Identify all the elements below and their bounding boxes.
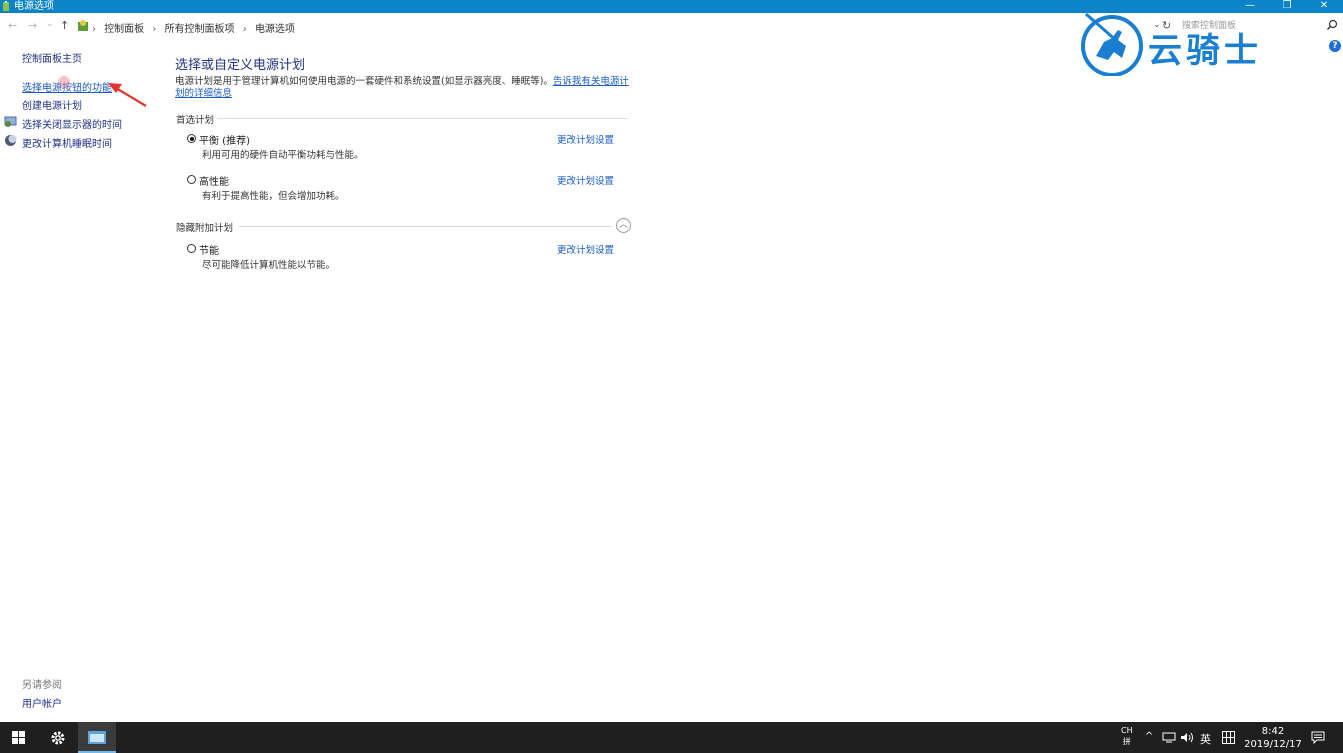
breadcrumb-separator: ›: [92, 24, 96, 35]
plan-balanced-radio[interactable]: [187, 134, 196, 143]
section-divider: [217, 118, 628, 119]
watermark-text: 云骑士: [1148, 31, 1262, 71]
plan-power-saver-desc: 尽可能降低计算机性能以节能。: [202, 260, 336, 271]
display-power-icon: [4, 116, 17, 127]
breadcrumb-separator: ›: [242, 24, 247, 35]
plan-high-performance-radio[interactable]: [187, 175, 196, 184]
moon-sleep-icon: [5, 135, 17, 146]
ime-top-text: CH: [1121, 726, 1133, 735]
plan-power-saver-settings-link[interactable]: 更改计划设置: [557, 242, 614, 256]
gear-icon: [51, 731, 65, 745]
click-highlight: [58, 76, 70, 88]
plan-balanced-name[interactable]: 平衡 (推荐): [199, 132, 250, 147]
ime-mode-grid-icon[interactable]: [1222, 731, 1235, 744]
plan-high-performance-settings-link[interactable]: 更改计划设置: [557, 173, 614, 187]
search-icon[interactable]: [1326, 19, 1338, 31]
collapse-chevron-icon[interactable]: ︿: [616, 218, 631, 233]
clock-time: 8:42: [1261, 726, 1285, 737]
taskbar-settings-button[interactable]: [39, 722, 77, 753]
history-dropdown[interactable]: ⌄: [46, 19, 54, 29]
forward-button[interactable]: →: [28, 19, 37, 32]
start-button[interactable]: [0, 722, 38, 753]
watermark-logo: 云骑士: [1078, 12, 1308, 76]
windows-logo-icon: [12, 731, 25, 744]
sidebar-item-user-accounts[interactable]: 用户帐户: [22, 695, 62, 710]
help-icon[interactable]: ?: [1329, 40, 1341, 52]
preferred-plans-heading: 首选计划: [176, 115, 215, 126]
description-text: 电源计划是用于管理计算机如何使用电源的一套硬件和系统设置(如显示器亮度、睡眠等)…: [175, 76, 553, 87]
back-button[interactable]: ←: [8, 19, 17, 32]
section-divider: [239, 226, 612, 227]
ime-language-toggle[interactable]: 英: [1200, 731, 1211, 747]
plan-balanced-settings-link[interactable]: 更改计划设置: [557, 132, 614, 146]
annotation-arrow-icon: [108, 83, 147, 107]
taskbar-clock[interactable]: 8:42 2019/12/17: [1244, 725, 1302, 751]
close-button[interactable]: ✕: [1306, 0, 1342, 13]
clock-date: 2019/12/17: [1244, 739, 1302, 750]
tray-overflow-chevron-icon[interactable]: ^: [1145, 731, 1153, 742]
plan-high-performance-name[interactable]: 高性能: [199, 173, 229, 188]
breadcrumb-all-items[interactable]: 所有控制面板项: [165, 24, 235, 35]
sidebar-item-create-plan[interactable]: 创建电源计划: [22, 97, 82, 112]
volume-icon[interactable]: [1181, 732, 1194, 743]
sidebar-item-home[interactable]: 控制面板主页: [22, 50, 82, 65]
network-icon[interactable]: [1162, 732, 1176, 743]
plan-power-saver-name[interactable]: 节能: [199, 242, 219, 257]
page-description: 电源计划是用于管理计算机如何使用电源的一套硬件和系统设置(如显示器亮度、睡眠等)…: [175, 76, 630, 100]
sidebar-item-sleep[interactable]: 更改计算机睡眠时间: [22, 135, 112, 150]
plan-high-performance-desc: 有利于提高性能，但会增加功耗。: [202, 191, 345, 202]
plan-balanced-desc: 利用可用的硬件自动平衡功耗与性能。: [202, 150, 364, 161]
control-panel-window-icon: [88, 731, 106, 744]
ime-indicator[interactable]: CH 拼: [1121, 725, 1133, 747]
up-button[interactable]: ↑: [60, 19, 69, 32]
breadcrumb: › 控制面板 › 所有控制面板项 › 电源选项: [92, 20, 300, 35]
notification-center-icon[interactable]: [1311, 731, 1325, 744]
window-title: 电源选项: [14, 1, 54, 12]
taskbar: CH 拼 ^ 英 8:42 2019/12/17: [0, 722, 1343, 753]
breadcrumb-separator: ›: [152, 24, 157, 35]
plan-power-saver-radio[interactable]: [187, 244, 196, 253]
breadcrumb-power-options[interactable]: 电源选项: [255, 24, 295, 35]
page-title: 选择或自定义电源计划: [175, 58, 306, 73]
knight-logo-icon: [1081, 12, 1143, 76]
sidebar-item-display-off[interactable]: 选择关闭显示器的时间: [22, 116, 122, 131]
power-options-icon: [3, 1, 9, 11]
control-panel-icon: [78, 20, 88, 31]
breadcrumb-control-panel[interactable]: 控制面板: [104, 24, 144, 35]
see-also-heading: 另请参阅: [22, 680, 62, 691]
taskbar-control-panel-button[interactable]: [78, 722, 116, 753]
hidden-plans-heading: 隐藏附加计划: [176, 223, 234, 234]
ime-bottom-text: 拼: [1122, 737, 1131, 746]
